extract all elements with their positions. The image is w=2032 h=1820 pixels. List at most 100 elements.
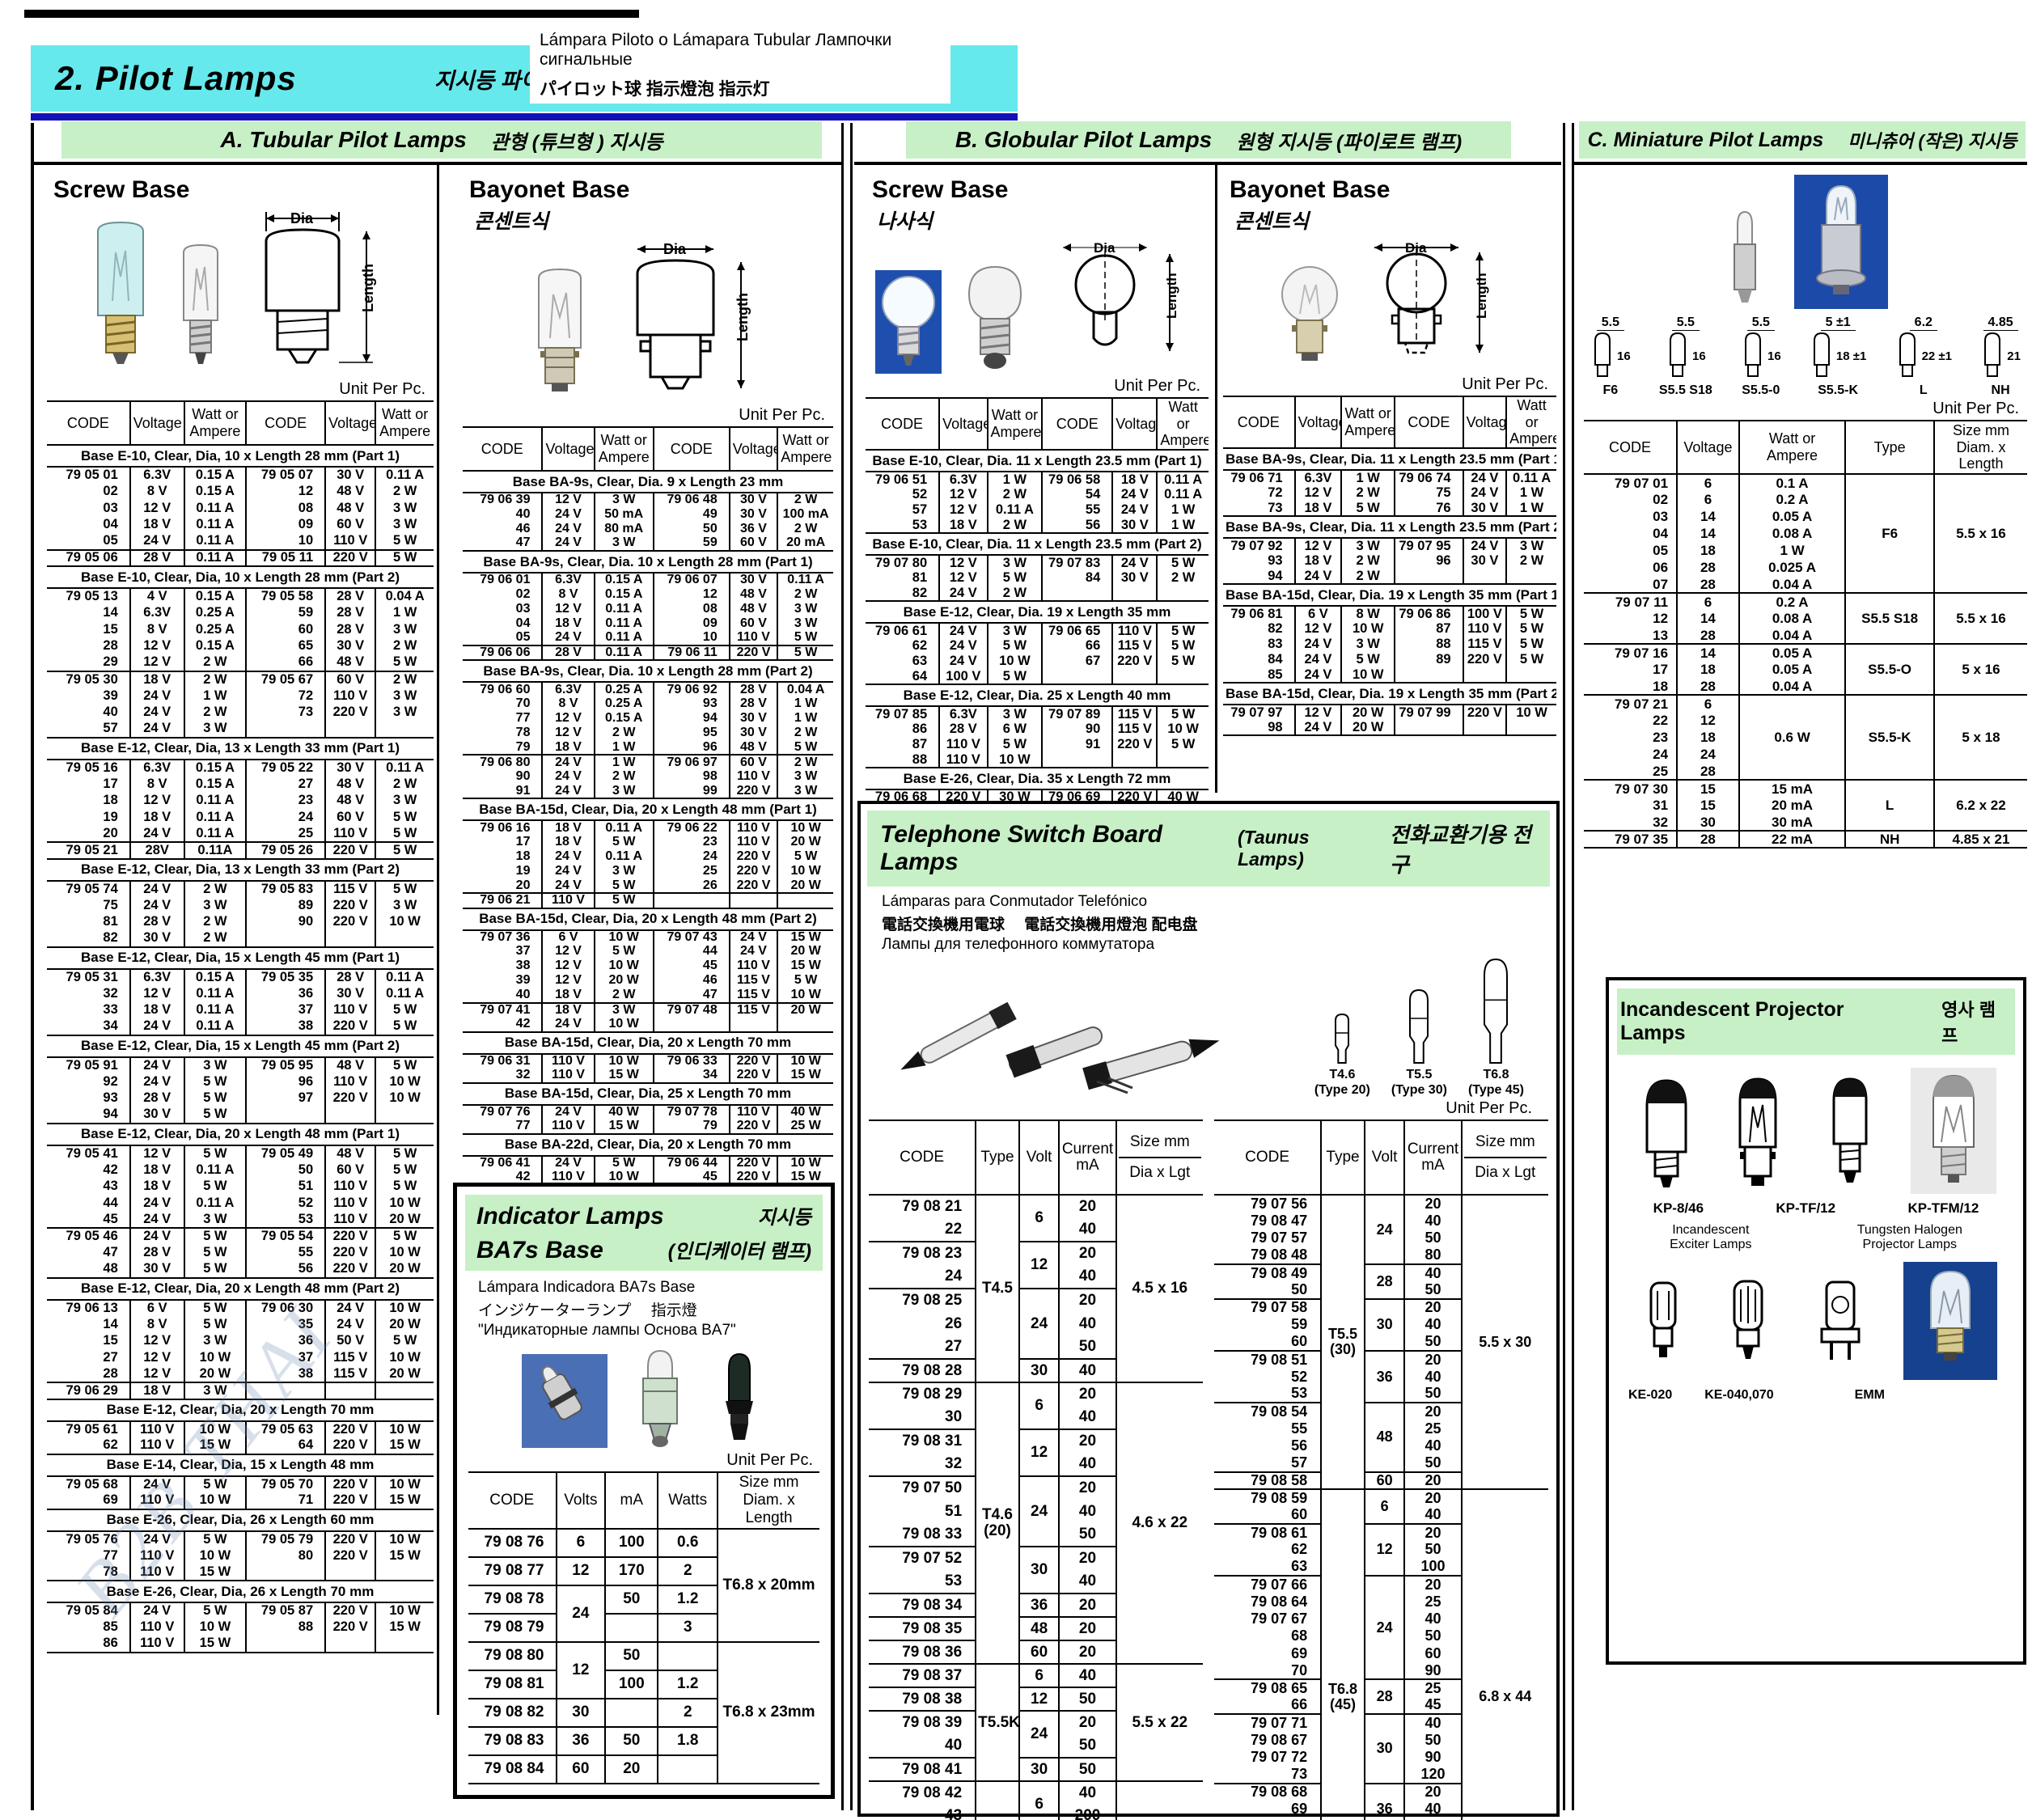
- code-cell: [1395, 569, 1463, 584]
- group-title: Base E-10, Clear, Dia. 11 x Length 23.5 …: [866, 450, 1209, 472]
- code-cell: 79 08 82: [468, 1699, 557, 1727]
- watt-ampere-cell: 10 W: [595, 959, 654, 974]
- voltage-cell: 220 V: [325, 914, 375, 931]
- watt-ampere-cell: [1157, 586, 1209, 601]
- telephone-title: Telephone Switch Board Lamps: [880, 821, 1217, 876]
- code-cell: 05: [463, 631, 542, 645]
- code-cell: 79 08 34: [869, 1594, 976, 1617]
- code-cell: 02: [47, 484, 130, 501]
- voltage-cell: 115 V: [730, 1003, 778, 1018]
- code-cell: 88: [866, 752, 939, 768]
- voltage-cell: 110 V: [130, 1636, 184, 1653]
- size-cell: 5.5 x 16: [1934, 474, 2027, 593]
- watt-ampere-cell: [1506, 667, 1556, 683]
- voltage-cell: 24 V: [130, 688, 184, 705]
- watt-ampere-cell: 5 W: [595, 945, 654, 959]
- watt-ampere-cell: 10 W: [184, 1547, 246, 1564]
- type-cell: S5.5-K: [1845, 695, 1934, 780]
- voltage-cell: 220 V: [325, 1476, 375, 1493]
- miniature-lamp-photo-blue: [1793, 173, 1890, 311]
- code-cell: 79 07 16: [1584, 644, 1677, 661]
- voltage-cell: 110 V: [730, 631, 778, 645]
- group-title: Base BA-9s, Clear, Dia. 10 x Length 28 m…: [463, 660, 833, 682]
- watt-ampere-cell: 10 W: [375, 1476, 434, 1493]
- volt-cell: 6: [1019, 1664, 1060, 1687]
- watt-ampere-cell: 10 W: [375, 1073, 434, 1090]
- voltage-cell: 24 V: [542, 507, 594, 522]
- watt-ampere-cell: 10 W: [375, 1195, 434, 1212]
- code-cell: 79 06 51: [866, 472, 939, 487]
- watt-ampere-cell: 0.1 A: [1739, 474, 1846, 491]
- watt-ampere-cell: 80 mA: [595, 522, 654, 536]
- code-cell: 52: [866, 487, 939, 502]
- watt-ampere-cell: 10 W: [1341, 621, 1395, 637]
- watt-ampere-cell: 10 W: [777, 820, 833, 835]
- watt-ampere-cell: 5 W: [777, 645, 833, 660]
- code-cell: 79 07 30: [1584, 780, 1677, 797]
- code-cell: 79 07 01: [1584, 474, 1677, 491]
- voltage-cell: 60 V: [325, 1162, 375, 1179]
- voltage-cell: 24 V: [1463, 470, 1507, 485]
- watt-ampere-cell: 3 W: [375, 500, 434, 517]
- current-cell: 40: [1059, 1359, 1115, 1382]
- voltage-cell: 28V: [130, 842, 184, 859]
- section-b-title: B. Globular Pilot Lamps: [955, 127, 1212, 153]
- watt-ampere-cell: 20 W: [375, 1261, 434, 1278]
- voltage-cell: 30 V: [325, 760, 375, 777]
- code-cell: 79 05 41: [47, 1145, 130, 1162]
- voltage-cell: 220 V: [325, 1602, 375, 1619]
- watt-ampere-cell: 1 W: [595, 755, 654, 769]
- code-cell: 79 05 58: [246, 588, 325, 605]
- voltage-cell: [325, 1636, 375, 1653]
- size-cell: 5 x 16: [1934, 644, 2027, 695]
- code-cell: 73: [1223, 501, 1295, 516]
- section-c-title: C. Miniature Pilot Lamps: [1588, 129, 1824, 152]
- watt-ampere-cell: 2 W: [375, 484, 434, 501]
- voltage-cell: 24 V: [730, 930, 778, 945]
- column-header: Voltage: [1112, 398, 1157, 450]
- watts-cell: 1.2: [658, 1585, 718, 1614]
- globular-bayonet-bulb-photo: [1272, 260, 1347, 374]
- code-cell: [246, 1636, 325, 1653]
- voltage-cell: 18 V: [130, 809, 184, 826]
- watt-ampere-cell: 0.11 A: [595, 602, 654, 616]
- watt-ampere-cell: 0.11 A: [184, 550, 246, 567]
- code-cell: 57: [1214, 1454, 1321, 1471]
- code-cell: 47: [47, 1245, 130, 1262]
- voltage-cell: 110 V: [542, 1069, 594, 1083]
- voltage-cell: [1463, 569, 1507, 584]
- code-cell: 42: [47, 1162, 130, 1179]
- code-cell: 28: [47, 638, 130, 655]
- watt-ampere-cell: 2 W: [777, 726, 833, 740]
- page-title: 2. Pilot Lamps: [55, 59, 297, 98]
- diagram-length: 21: [2007, 349, 2021, 363]
- volts-cell: 30: [557, 1699, 606, 1727]
- diagram-diameter: 5.5: [1672, 315, 1700, 331]
- diagram-type-label: S5.5-0: [1742, 383, 1780, 398]
- column-header: Voltage: [1677, 421, 1739, 474]
- code-cell: 71: [246, 1492, 325, 1509]
- b-bayonet-heading: Bayonet Base: [1230, 176, 1556, 204]
- current-cell: 40: [1059, 1406, 1115, 1429]
- code-cell: 75: [47, 897, 130, 914]
- code-cell: 79 07 50: [869, 1476, 976, 1500]
- volt-cell: 30: [1019, 1547, 1060, 1594]
- watt-ampere-cell: 0.04 A: [777, 682, 833, 696]
- diagram-type-label: F6: [1603, 383, 1619, 398]
- voltage-cell: 18 V: [542, 1003, 594, 1018]
- voltage-cell: 24 V: [325, 1300, 375, 1317]
- watt-ampere-cell: 10 W: [595, 930, 654, 945]
- current-cell: 25: [1404, 1679, 1461, 1696]
- code-cell: 52: [246, 1195, 325, 1212]
- code-cell: 90: [1042, 722, 1112, 737]
- code-cell: 69: [1214, 1645, 1321, 1662]
- voltage-cell: 28 V: [325, 605, 375, 622]
- watt-ampere-cell: 0.15 A: [184, 588, 246, 605]
- current-cell: 100: [1404, 1559, 1461, 1576]
- type-cell: T4.6 (20): [976, 1382, 1019, 1664]
- watt-ampere-cell: 5 W: [1506, 652, 1556, 667]
- watt-ampere-cell: [375, 930, 434, 947]
- watt-ampere-cell: 40 W: [595, 1105, 654, 1120]
- watt-ampere-cell: 0.04 A: [375, 588, 434, 605]
- code-cell: 79 07 92: [1223, 538, 1295, 553]
